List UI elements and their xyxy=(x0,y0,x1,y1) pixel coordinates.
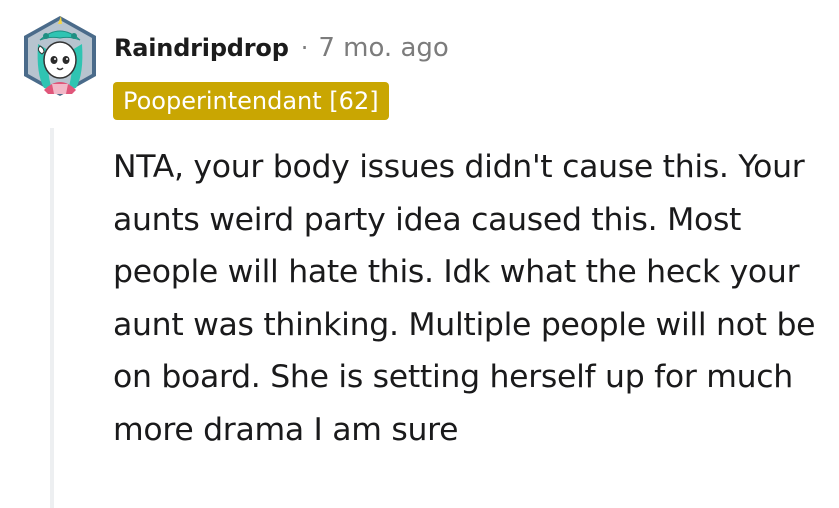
user-flair-badge: Pooperintendant [62] xyxy=(113,82,389,120)
author-username[interactable]: Raindripdrop xyxy=(114,34,289,62)
comment: Raindripdrop · 7 mo. ago Pooperintendant… xyxy=(0,0,839,508)
comment-header: Raindripdrop · 7 mo. ago xyxy=(114,30,449,66)
thread-line[interactable] xyxy=(50,128,54,508)
meta-separator: · xyxy=(300,34,309,62)
comment-timestamp[interactable]: 7 mo. ago xyxy=(318,33,448,63)
user-avatar-icon[interactable] xyxy=(18,14,102,98)
comment-body: NTA, your body issues didn't cause this.… xyxy=(113,149,816,448)
